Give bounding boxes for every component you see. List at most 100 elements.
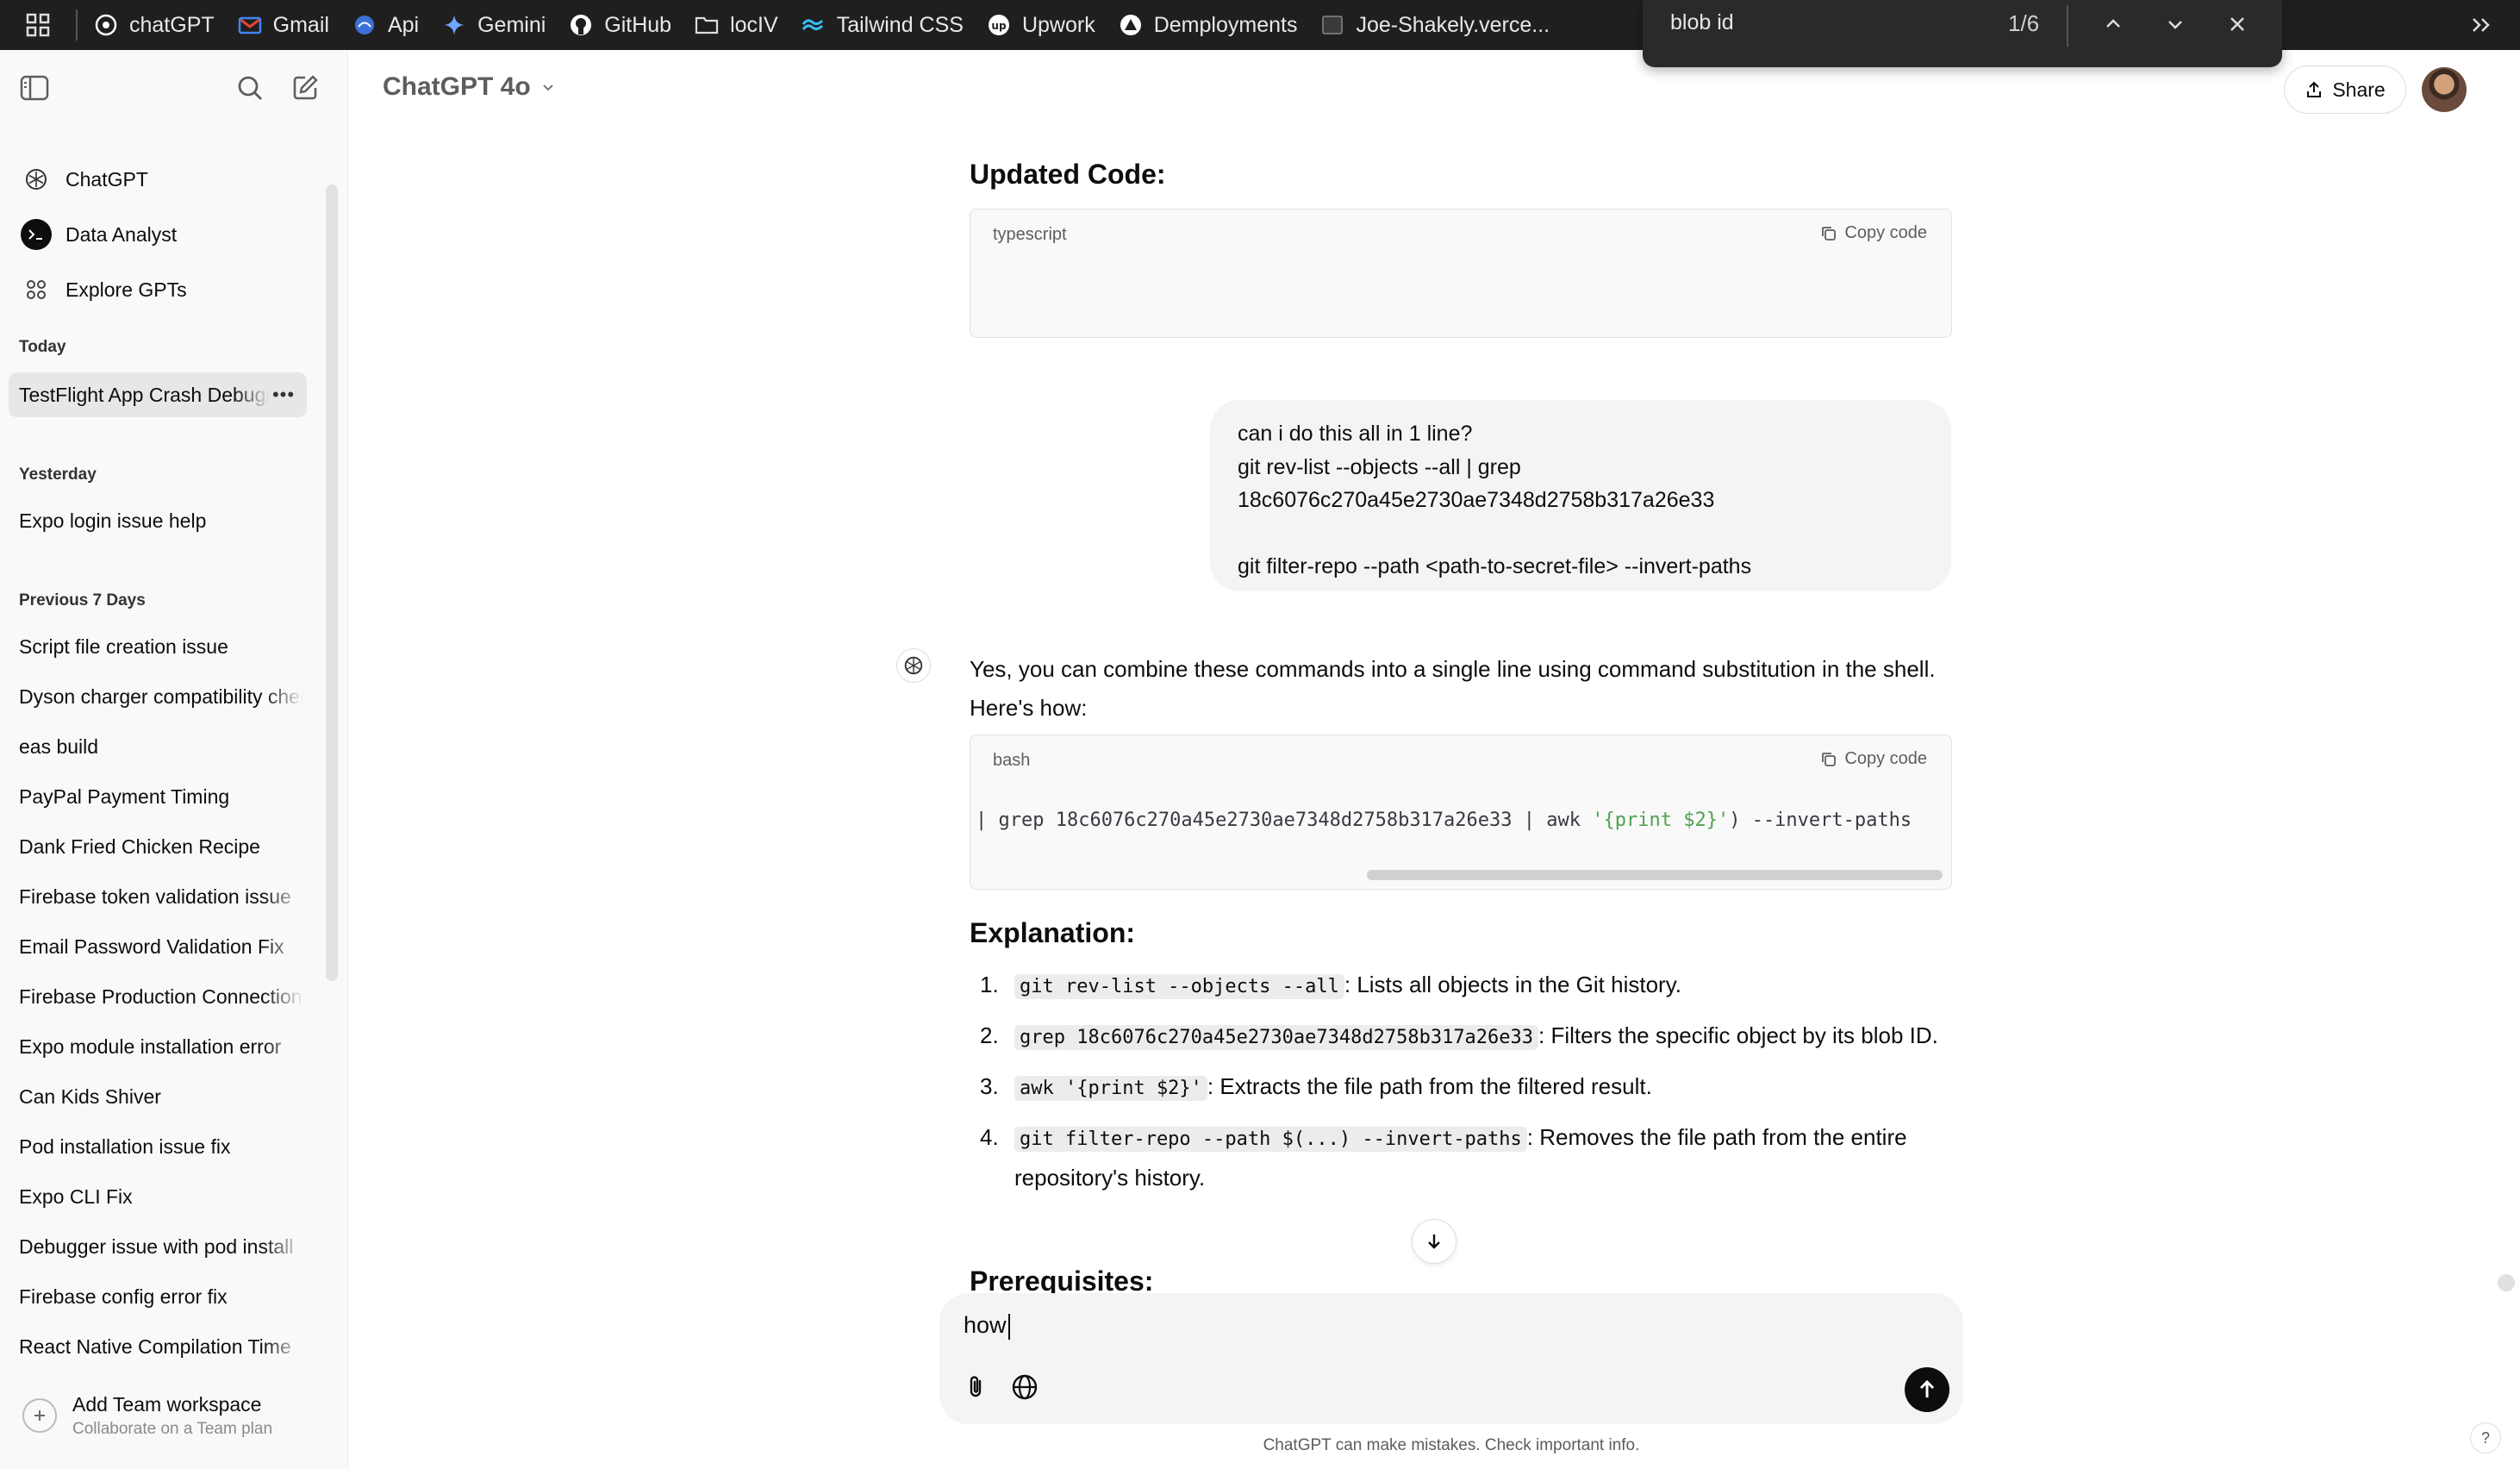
sidebar: ChatGPT Data Analyst Explore GPTs Today … <box>0 50 348 1469</box>
add-team-workspace[interactable]: Add Team workspace Collaborate on a Team… <box>12 1381 331 1450</box>
list-item: 4. git filter-repo --path $(...) --inver… <box>970 1118 1961 1197</box>
sidebar-item-explore-gpts[interactable]: Explore GPTs <box>9 266 310 314</box>
bookmark-upwork[interactable]: up Upwork <box>986 12 1095 38</box>
find-next-button[interactable] <box>2155 5 2196 43</box>
web-search-button[interactable] <box>1005 1367 1045 1407</box>
user-message: can i do this all in 1 line? git rev-lis… <box>1210 400 1951 591</box>
user-message-line: can i do this all in 1 line? <box>1238 422 1473 446</box>
openai-icon <box>21 164 52 195</box>
conversation-item[interactable]: Firebase Production Connection <box>9 974 307 1019</box>
conversation-item[interactable]: Dyson charger compatibility check <box>9 674 307 719</box>
more-options-icon[interactable]: ••• <box>271 383 296 407</box>
sidebar-item-label: Data Analyst <box>65 222 178 246</box>
search-icon[interactable] <box>229 67 271 109</box>
conversation-item[interactable]: Can Kids Shiver <box>9 1074 307 1119</box>
bookmark-portfolio[interactable]: Joe-Shakely.verce... <box>1319 12 1550 38</box>
message-input[interactable]: how <box>964 1312 1010 1340</box>
code-line: | grep 18c6076c270a45e2730ae7348d2758b31… <box>970 810 1912 831</box>
section-yesterday: Yesterday <box>19 466 97 484</box>
conversation-title: Debugger issue with pod install <box>19 1235 294 1258</box>
bookmark-label: Joe-Shakely.verce... <box>1356 12 1550 37</box>
share-button[interactable]: Share <box>2284 66 2406 114</box>
bookmark-chatgpt[interactable]: chatGPT <box>93 12 215 38</box>
sidebar-item-label: ChatGPT <box>65 167 148 191</box>
chevrons-right-icon[interactable] <box>2463 7 2499 43</box>
arrow-up-icon <box>1919 1379 1935 1397</box>
find-match-count: 1/6 <box>2008 10 2040 36</box>
bookmark-github[interactable]: GitHub <box>568 12 671 38</box>
bookmark-tailwind[interactable]: Tailwind CSS <box>801 12 964 38</box>
user-message-line: git rev-list --objects --all | grep <box>1238 454 1521 479</box>
help-button[interactable]: ? <box>2470 1422 2501 1453</box>
find-previous-button[interactable] <box>2093 5 2134 43</box>
conversation-item[interactable]: Expo module installation error <box>9 1024 307 1069</box>
conversation-item[interactable]: Expo login issue help <box>9 498 307 543</box>
send-button[interactable] <box>1905 1367 1949 1412</box>
conversation-item[interactable]: Email Password Validation Fix <box>9 924 307 969</box>
sidebar-scrollbar[interactable] <box>326 184 338 981</box>
code-block-bash: bash Copy code | grep 18c6076c270a45e273… <box>970 734 1952 890</box>
list-item: 3. awk '{print $2}': Extracts the file p… <box>970 1067 1961 1108</box>
sidebar-item-data-analyst[interactable]: Data Analyst <box>9 210 310 259</box>
list-item: 1. git rev-list --objects --all: Lists a… <box>970 966 1961 1006</box>
conversation-title: Script file creation issue <box>19 634 228 658</box>
model-selector[interactable]: ChatGPT 4o <box>383 72 557 102</box>
conversation-item[interactable]: Dank Fried Chicken Recipe <box>9 824 307 869</box>
sidebar-toggle-icon[interactable] <box>14 67 55 109</box>
globe-icon <box>352 12 377 38</box>
scroll-to-bottom-button[interactable] <box>1412 1219 1456 1264</box>
bookmark-gemini[interactable]: Gemini <box>441 12 546 38</box>
openai-icon <box>93 12 119 38</box>
chevron-up-icon <box>2106 19 2120 28</box>
sidebar-item-chatgpt[interactable]: ChatGPT <box>9 155 310 203</box>
bookmark-deployments[interactable]: Demployments <box>1118 12 1298 38</box>
conversation-title: Expo login issue help <box>19 509 207 532</box>
new-chat-icon[interactable] <box>284 67 326 109</box>
site-icon <box>1319 12 1345 38</box>
grid-icon <box>21 274 52 305</box>
find-bar: blob id 1/6 <box>1643 0 2282 67</box>
copy-icon <box>1822 752 1837 766</box>
bookmark-gmail[interactable]: Gmail <box>237 12 329 38</box>
share-label: Share <box>2332 78 2386 101</box>
github-icon <box>568 12 594 38</box>
code-horizontal-scrollbar[interactable] <box>1367 870 1943 880</box>
bookmark-label: Demployments <box>1153 12 1298 37</box>
conversation-item[interactable]: PayPal Payment Timing <box>9 774 307 819</box>
find-input[interactable]: blob id <box>1670 10 1734 35</box>
conversation-title: React Native Compilation Time <box>19 1335 291 1358</box>
conversation-item[interactable]: React Native Compilation Time <box>9 1324 307 1369</box>
conversation-item[interactable]: Script file creation issue <box>9 624 307 669</box>
bookmark-api[interactable]: Api <box>352 12 419 38</box>
conversation-title: Dank Fried Chicken Recipe <box>19 835 260 858</box>
page-scroll-indicator <box>2498 1274 2515 1291</box>
svg-text:up: up <box>991 20 1007 32</box>
bookmark-label: locIV <box>730 12 778 37</box>
bookmark-label: Tailwind CSS <box>836 12 964 37</box>
conversation-item[interactable]: Debugger issue with pod install <box>9 1224 307 1269</box>
conversation-item[interactable]: TestFlight App Crash Debugging ••• <box>9 372 307 417</box>
upwork-icon: up <box>986 12 1012 38</box>
find-close-button[interactable] <box>2217 5 2258 43</box>
apps-grid-icon[interactable] <box>19 6 57 44</box>
attach-button[interactable] <box>957 1367 996 1407</box>
code-block-typescript: typescript Copy code <box>970 209 1952 338</box>
conversation-item[interactable]: Firebase config error fix <box>9 1274 307 1319</box>
conversation-item[interactable]: Firebase token validation issue <box>9 874 307 919</box>
conversation-title: PayPal Payment Timing <box>19 785 230 808</box>
avatar[interactable] <box>2422 67 2467 112</box>
bookmark-lociv[interactable]: locIV <box>694 12 778 38</box>
conversation-item[interactable]: Expo CLI Fix <box>9 1174 307 1219</box>
inline-code: grep 18c6076c270a45e2730ae7348d2758b317a… <box>1014 1025 1539 1050</box>
conversation-item[interactable]: Pod installation issue fix <box>9 1124 307 1169</box>
conversation-title: TestFlight App Crash Debugging <box>19 383 269 406</box>
conversation-title: Firebase config error fix <box>19 1285 228 1308</box>
copy-code-button[interactable]: Copy code <box>1820 223 1927 243</box>
assistant-intro-text: Yes, you can combine these commands into… <box>970 656 1936 721</box>
model-name: ChatGPT 4o <box>383 72 531 101</box>
chevron-down-icon <box>542 84 553 91</box>
copy-code-button[interactable]: Copy code <box>1820 749 1927 769</box>
message-composer[interactable]: how <box>939 1293 1963 1424</box>
bookmark-label: Gmail <box>272 12 329 37</box>
conversation-item[interactable]: eas build <box>9 724 307 769</box>
